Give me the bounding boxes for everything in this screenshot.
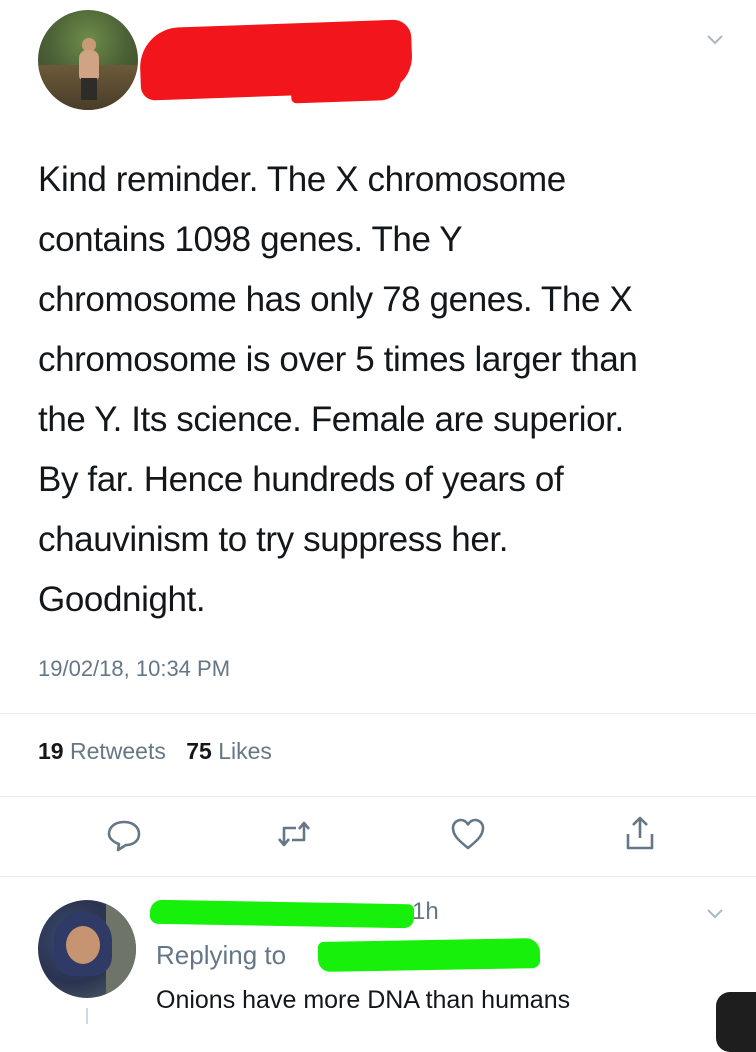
retweet-icon[interactable] <box>274 814 314 854</box>
chevron-down-icon[interactable] <box>706 904 724 922</box>
retweets-count[interactable]: 19 <box>38 738 64 764</box>
like-icon[interactable] <box>448 814 488 854</box>
avatar-person-body <box>79 50 99 80</box>
floating-compose-button[interactable] <box>716 992 756 1052</box>
reply-author-redaction <box>149 899 415 929</box>
likes-label[interactable]: Likes <box>218 738 272 764</box>
share-icon[interactable] <box>620 814 660 854</box>
reply-text: Onions have more DNA than humans <box>156 986 571 1014</box>
tweet-text: Kind reminder. The X chromosome contains… <box>38 160 638 619</box>
reply-time[interactable]: 1h <box>412 898 439 926</box>
avatar-person-legs <box>81 78 97 100</box>
author-avatar[interactable] <box>38 10 138 110</box>
divider <box>0 876 756 877</box>
divider <box>0 713 756 714</box>
replying-to-label: Replying to <box>156 940 287 970</box>
divider <box>0 796 756 797</box>
reply-icon[interactable] <box>104 814 144 854</box>
retweets-label[interactable]: Retweets <box>70 738 166 764</box>
chevron-down-icon[interactable] <box>706 30 724 48</box>
replying-to-redaction <box>317 938 541 972</box>
likes-count[interactable]: 75 <box>186 738 212 764</box>
tweet-stats: 19 Retweets 75 Likes <box>38 738 272 765</box>
author-name-redaction <box>138 19 414 101</box>
tweet-timestamp[interactable]: 19/02/18, 10:34 PM <box>38 656 230 682</box>
avatar-face <box>66 926 100 964</box>
thread-line <box>86 1008 88 1024</box>
reply-author-avatar[interactable] <box>38 900 136 998</box>
